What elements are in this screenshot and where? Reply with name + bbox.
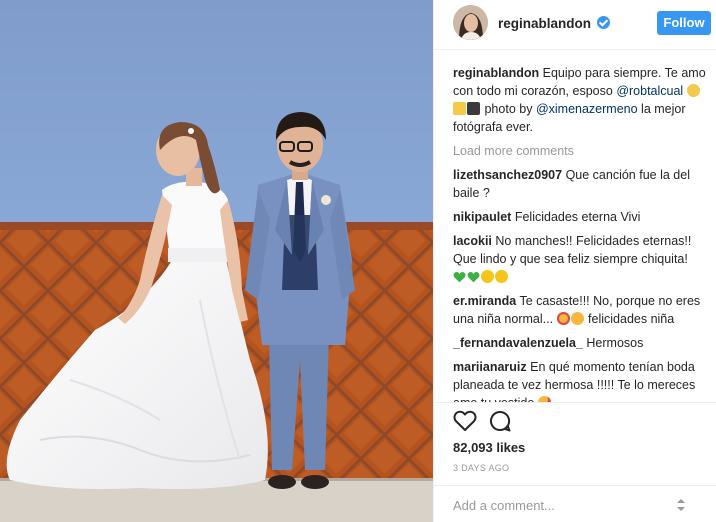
green-heart-emoji-icon bbox=[467, 272, 480, 283]
comment-item: lacokii No manches!! Felicidades eternas… bbox=[453, 232, 711, 286]
comment-text: Felicidades eterna Vivi bbox=[514, 210, 641, 224]
comment-username-link[interactable]: er.miranda bbox=[453, 294, 516, 308]
avatar-image bbox=[453, 5, 488, 40]
sparkles-emoji-icon bbox=[495, 270, 508, 283]
groom-emoji-icon bbox=[467, 102, 480, 115]
avatar[interactable] bbox=[453, 5, 488, 40]
speech-bubble-icon[interactable] bbox=[489, 410, 511, 432]
caption: reginablandon Equipo para siempre. Te am… bbox=[453, 64, 711, 136]
post-side-panel: reginablandon Follow reginablandon Equip… bbox=[433, 0, 716, 522]
grinning-emoji-icon bbox=[570, 312, 584, 325]
comment-item: mariianaruiz En qué momento tenían boda … bbox=[453, 358, 711, 402]
load-more-comments-link[interactable]: Load more comments bbox=[453, 142, 711, 160]
comment-item: nikipaulet Felicidades eterna Vivi bbox=[453, 208, 711, 226]
post-photo[interactable] bbox=[0, 0, 433, 522]
mention-link-robtalcual[interactable]: @robtalcual bbox=[616, 84, 683, 98]
add-comment-bar bbox=[434, 485, 716, 522]
mention-link-ximenazermeno[interactable]: @ximenazermeno bbox=[536, 102, 638, 116]
comment-username-link[interactable]: _fernandavalenzuela_ bbox=[453, 336, 583, 350]
caption-text-2: photo by bbox=[484, 102, 533, 116]
comment-item: _fernandavalenzuela_ Hermosos bbox=[453, 334, 711, 352]
comment-text: Hermosos bbox=[586, 336, 644, 350]
ring-emoji-icon bbox=[686, 84, 700, 97]
wedding-photo-image bbox=[0, 0, 433, 522]
likes-count[interactable]: 82,093 likes bbox=[453, 440, 525, 455]
heart-eyes-emoji-icon bbox=[556, 312, 570, 325]
comment-username-link[interactable]: lacokii bbox=[453, 234, 492, 248]
header-username-link[interactable]: reginablandon bbox=[498, 16, 591, 31]
comment-username-link[interactable]: mariianaruiz bbox=[453, 360, 527, 374]
heart-outline-icon[interactable] bbox=[453, 410, 477, 432]
green-heart-emoji-icon bbox=[453, 272, 466, 283]
bride-emoji-icon bbox=[453, 102, 466, 115]
caption-username-link[interactable]: reginablandon bbox=[453, 66, 539, 80]
post-header: reginablandon Follow bbox=[434, 0, 716, 50]
more-options-icon[interactable] bbox=[676, 498, 686, 512]
sparkles-emoji-icon bbox=[481, 270, 494, 283]
post-actions: 82,093 likes 3 DAYS AGO bbox=[434, 402, 716, 485]
add-comment-input[interactable] bbox=[453, 495, 673, 515]
verified-badge-icon bbox=[597, 16, 610, 29]
comment-username-link[interactable]: nikipaulet bbox=[453, 210, 511, 224]
comments-list[interactable]: reginablandon Equipo para siempre. Te am… bbox=[453, 64, 711, 402]
comment-text: felicidades niña bbox=[588, 312, 675, 326]
comment-username-link[interactable]: lizethsanchez0907 bbox=[453, 168, 562, 182]
comment-item: er.miranda Te casaste!!! No, porque no e… bbox=[453, 292, 711, 328]
post-timestamp[interactable]: 3 DAYS AGO bbox=[453, 463, 509, 473]
comment-item: lizethsanchez0907 Que canción fue la del… bbox=[453, 166, 711, 202]
follow-button[interactable]: Follow bbox=[657, 11, 711, 35]
